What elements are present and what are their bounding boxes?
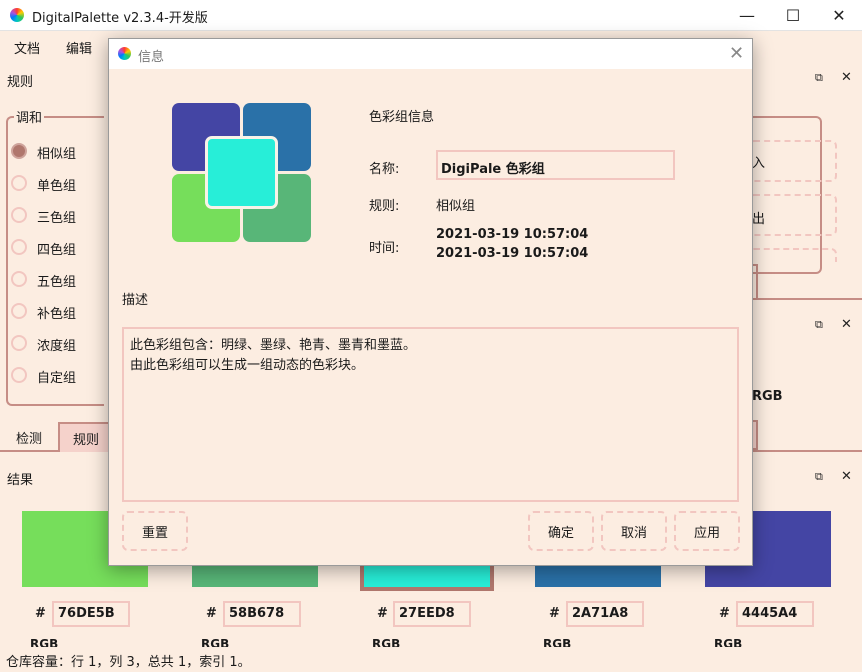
apply-button[interactable]: 应用	[674, 511, 740, 551]
rgb-label-3: RGB	[372, 637, 401, 647]
section-title: 色彩组信息	[369, 110, 435, 125]
tab-detect[interactable]: 检测	[6, 423, 52, 452]
close-button[interactable]: ✕	[816, 0, 862, 31]
name-input[interactable]: DigiPale 色彩组	[436, 150, 675, 180]
radio-shades-label[interactable]: 浓度组	[37, 335, 76, 354]
hash-symbol: #	[719, 606, 730, 621]
tile-center	[205, 136, 278, 209]
rgb-label-5: RGB	[714, 637, 743, 647]
status-bar-text: 仓库容量：行 1，列 3，总共 1，索引 1。	[6, 655, 251, 670]
dialog-title: 信息	[138, 50, 165, 65]
hex-input-2[interactable]: 58B678	[223, 601, 301, 627]
rule-value: 相似组	[436, 199, 476, 214]
export-button-label: 出	[752, 212, 766, 227]
radio-triad[interactable]	[11, 207, 27, 223]
hash-symbol: #	[377, 606, 388, 621]
rule-label: 规则:	[369, 199, 400, 214]
radio-complementary[interactable]	[11, 303, 27, 319]
radio-pentad-label[interactable]: 五色组	[37, 271, 76, 290]
radio-custom[interactable]	[11, 367, 27, 383]
hex-input-4[interactable]: 2A71A8	[566, 601, 644, 627]
radio-monochromatic-label[interactable]: 单色组	[37, 175, 76, 194]
harmony-group-label: 调和	[14, 107, 45, 126]
result-panel-title: 结果	[7, 473, 34, 488]
rgb-label-4: RGB	[543, 637, 572, 647]
menu-file[interactable]: 文档	[14, 38, 40, 57]
radio-monochromatic[interactable]	[11, 175, 27, 191]
tab-rule[interactable]: 规则	[58, 422, 114, 452]
radio-triad-label[interactable]: 三色组	[37, 207, 76, 226]
description-line-2: 由此色彩组可以生成一组动态的色彩块。	[130, 358, 365, 373]
app-logo-icon	[10, 8, 24, 22]
radio-shades[interactable]	[11, 335, 27, 351]
time-label: 时间:	[369, 241, 400, 256]
radio-tetrad[interactable]	[11, 239, 27, 255]
hash-symbol: #	[206, 606, 217, 621]
hash-symbol: #	[549, 606, 560, 621]
description-textarea[interactable]: 此色彩组包含：明绿、墨绿、艳青、墨青和墨蓝。 由此色彩组可以生成一组动态的色彩块…	[122, 327, 739, 502]
radio-tetrad-label[interactable]: 四色组	[37, 239, 76, 258]
maximize-button[interactable]: ☐	[770, 0, 816, 31]
rule-panel-title: 规则	[7, 75, 34, 90]
description-line-1: 此色彩组包含：明绿、墨绿、艳青、墨青和墨蓝。	[130, 338, 417, 353]
cancel-button[interactable]: 取消	[601, 511, 667, 551]
rgb-mode-label: RGB	[752, 389, 783, 404]
info-dialog: 信息 ✕ 色彩组信息 名称: DigiPale 色彩组 规则: 相似组 时间: …	[108, 38, 753, 566]
window-titlebar: DigitalPalette v2.3.4-开发版 — ☐ ✕	[0, 0, 862, 31]
ok-button[interactable]: 确定	[528, 511, 594, 551]
reset-button[interactable]: 重置	[122, 511, 188, 551]
dialog-titlebar: 信息 ✕	[109, 39, 752, 69]
panel-divider	[752, 298, 862, 300]
radio-complementary-label[interactable]: 补色组	[37, 303, 76, 322]
result-panel-close-icon[interactable]: ✕	[841, 469, 852, 484]
import-button-label: 入	[752, 156, 766, 171]
rule-panel-close-icon[interactable]: ✕	[841, 70, 852, 85]
mid-panel-close-icon[interactable]: ✕	[841, 317, 852, 332]
radio-analogous-label[interactable]: 相似组	[37, 143, 76, 162]
hex-input-1[interactable]: 76DE5B	[52, 601, 130, 627]
dialog-close-icon[interactable]: ✕	[729, 43, 744, 64]
radio-analogous[interactable]	[11, 143, 27, 159]
menu-edit[interactable]: 编辑	[66, 38, 92, 57]
dialog-logo-icon	[118, 47, 131, 60]
time-modified: 2021-03-19 10:57:04	[436, 246, 589, 261]
rgb-label-1: RGB	[30, 637, 59, 647]
rule-panel-float-icon[interactable]: ⧉	[815, 71, 823, 85]
minimize-button[interactable]: —	[724, 0, 770, 31]
mid-panel-float-icon[interactable]: ⧉	[815, 318, 823, 332]
app-title: DigitalPalette v2.3.4-开发版	[32, 11, 208, 26]
rgb-label-2: RGB	[201, 637, 230, 647]
radio-custom-label[interactable]: 自定组	[37, 367, 76, 386]
description-label: 描述	[122, 293, 149, 308]
result-panel-float-icon[interactable]: ⧉	[815, 470, 823, 484]
hash-symbol: #	[35, 606, 46, 621]
hex-input-3[interactable]: 27EED8	[393, 601, 471, 627]
extra-button[interactable]	[748, 248, 837, 262]
time-created: 2021-03-19 10:57:04	[436, 227, 589, 242]
hex-input-5[interactable]: 4445A4	[736, 601, 814, 627]
radio-pentad[interactable]	[11, 271, 27, 287]
name-label: 名称:	[369, 162, 400, 177]
